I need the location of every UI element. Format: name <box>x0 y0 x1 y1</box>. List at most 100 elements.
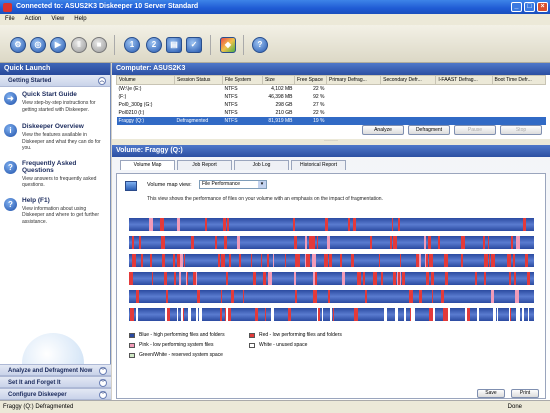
fragment-mark <box>370 236 373 249</box>
column-header[interactable]: I-FAAST Defrag... <box>435 75 493 85</box>
fragment-mark <box>295 254 300 267</box>
set-it-forget-it-header[interactable]: Set It and Forget It ﹀ <box>0 376 111 388</box>
stop-button[interactable]: Stop <box>500 125 542 135</box>
map-view-select[interactable]: File Performance ▾ <box>199 180 267 189</box>
connect-icon[interactable]: ⚙ <box>10 37 26 53</box>
fragment-mark <box>528 308 530 321</box>
fragment-mark <box>443 254 448 267</box>
chevron-down-icon[interactable]: ﹀ <box>99 367 107 375</box>
pause-icon[interactable]: ‖ <box>71 37 87 53</box>
quick-start-guide-link[interactable]: ➜ Quick Start Guide View step-by-step in… <box>0 87 110 119</box>
analyze-defragment-now-header[interactable]: Analyze and Defragment Now ﹀ <box>0 364 111 376</box>
tab-historical-report[interactable]: Historical Report <box>291 160 346 170</box>
tab-job-report[interactable]: Job Report <box>177 160 232 170</box>
fragment-mark <box>314 272 317 285</box>
column-header[interactable]: Session Status <box>174 75 223 85</box>
fragment-mark <box>448 308 451 321</box>
fragment-mark <box>525 254 529 267</box>
schedule-icon[interactable]: 1 <box>124 37 140 53</box>
legend-item: White - unused space <box>249 342 307 348</box>
table-row[interactable]: (F:) NTFS 46,398 MB 92 % <box>117 93 546 101</box>
fragment-mark <box>261 254 263 267</box>
fragment-mark <box>140 254 144 267</box>
help-icon: ? <box>4 197 17 211</box>
set-it-forget-it-icon[interactable]: 2 <box>146 37 162 53</box>
fragment-mark <box>306 254 311 267</box>
fragment-mark <box>293 218 296 231</box>
save-button[interactable]: Save <box>477 389 505 398</box>
fragment-mark <box>523 218 526 231</box>
dropdown-arrow-icon[interactable]: ▾ <box>258 181 266 188</box>
fragment-mark <box>294 290 297 303</box>
legend-label: Pink - low performing system files <box>139 342 214 348</box>
fragment-mark <box>316 236 318 249</box>
help-icon[interactable]: ? <box>252 37 268 53</box>
help-title: Help (F1) <box>22 196 50 204</box>
configure-diskeeper-label: Configure Diskeeper <box>8 392 67 398</box>
minimize-button[interactable]: _ <box>511 2 522 12</box>
table-row[interactable]: Pol0210 (I:) NTFS 210 GB 22 % <box>117 109 546 117</box>
session-status <box>175 85 223 94</box>
table-row-selected[interactable]: Fraggy (Q:) Defragmented NTFS 81,919 MB … <box>116 117 546 125</box>
close-button[interactable]: × <box>537 2 548 12</box>
map-row <box>129 254 534 267</box>
fragment-mark <box>467 308 471 321</box>
properties-icon[interactable]: ◆ <box>220 37 236 53</box>
column-header[interactable]: File System <box>222 75 263 85</box>
fragment-mark <box>161 236 163 249</box>
menu-action[interactable]: Action <box>25 14 42 25</box>
menu-view[interactable]: View <box>51 14 64 25</box>
quick-launch-panel: Quick Launch Getting Started ︿ ➜ Quick S… <box>0 63 111 400</box>
menu-file[interactable]: File <box>5 14 15 25</box>
configure-icon[interactable]: ▤ <box>166 37 182 53</box>
maximize-button[interactable]: □ <box>524 2 535 12</box>
fragment-mark <box>512 254 516 267</box>
fragment-mark <box>441 290 445 303</box>
column-header[interactable]: Size <box>262 75 295 85</box>
faq-link[interactable]: ? Frequently Asked Questions View answer… <box>0 156 110 193</box>
chevron-up-icon[interactable]: ︿ <box>98 77 106 85</box>
computer-header: Computer: ASUS2K3 <box>112 63 550 75</box>
fragment-mark <box>215 236 218 249</box>
fragment-mark <box>195 308 198 321</box>
file-system: NTFS <box>224 86 238 92</box>
tab-job-log[interactable]: Job Log <box>234 160 289 170</box>
fragment-mark <box>250 254 252 267</box>
column-header[interactable]: Primary Defrag... <box>325 75 382 85</box>
chevron-down-icon[interactable]: ﹀ <box>99 379 107 387</box>
column-header[interactable]: Free Space <box>294 75 327 85</box>
fragment-mark <box>267 272 272 285</box>
print-button[interactable]: Print <box>511 389 539 398</box>
fragment-mark <box>223 236 227 249</box>
tab-volume-map[interactable]: Volume Map <box>120 160 175 170</box>
fragment-mark <box>425 254 428 267</box>
chevron-down-icon[interactable]: ﹀ <box>99 391 107 399</box>
fragment-mark <box>483 254 488 267</box>
configure-diskeeper-header[interactable]: Configure Diskeeper ﹀ <box>0 388 111 400</box>
stop-icon[interactable]: ■ <box>91 37 107 53</box>
defragment-button[interactable]: Defragment <box>408 125 450 135</box>
set-it-forget-it-label: Set It and Forget It <box>8 380 61 386</box>
fragment-mark <box>204 218 207 231</box>
analyze-icon[interactable]: ◎ <box>30 37 46 53</box>
fragment-mark <box>393 236 397 249</box>
reports-icon[interactable]: ✓ <box>186 37 202 53</box>
diskeeper-overview-link[interactable]: i Diskeeper Overview View the features a… <box>0 119 110 156</box>
getting-started-header[interactable]: Getting Started ︿ <box>0 75 110 87</box>
fragment-mark <box>491 290 495 303</box>
pause-button[interactable]: Pause <box>454 125 496 135</box>
column-header[interactable]: Secondary Defr... <box>380 75 437 85</box>
menu-help[interactable]: Help <box>74 14 86 25</box>
fragment-mark <box>183 254 186 267</box>
help-link[interactable]: ? Help (F1) View information about using… <box>0 193 110 230</box>
column-header[interactable]: Boot Time Defr... <box>491 75 547 85</box>
column-header[interactable]: Volume <box>116 75 175 85</box>
table-row[interactable]: (W:\)e (E:) NTFS 4,102 MB 22 % <box>117 85 546 94</box>
map-row <box>129 218 534 231</box>
fragment-mark <box>390 236 392 249</box>
defragment-icon[interactable]: ▶ <box>50 37 66 53</box>
table-row[interactable]: Pol0_300g (G:) NTFS 298 GB 27 % <box>117 101 546 109</box>
fragment-mark <box>429 308 434 321</box>
getting-started-label: Getting Started <box>8 78 52 84</box>
analyze-button[interactable]: Analyze <box>362 125 404 135</box>
